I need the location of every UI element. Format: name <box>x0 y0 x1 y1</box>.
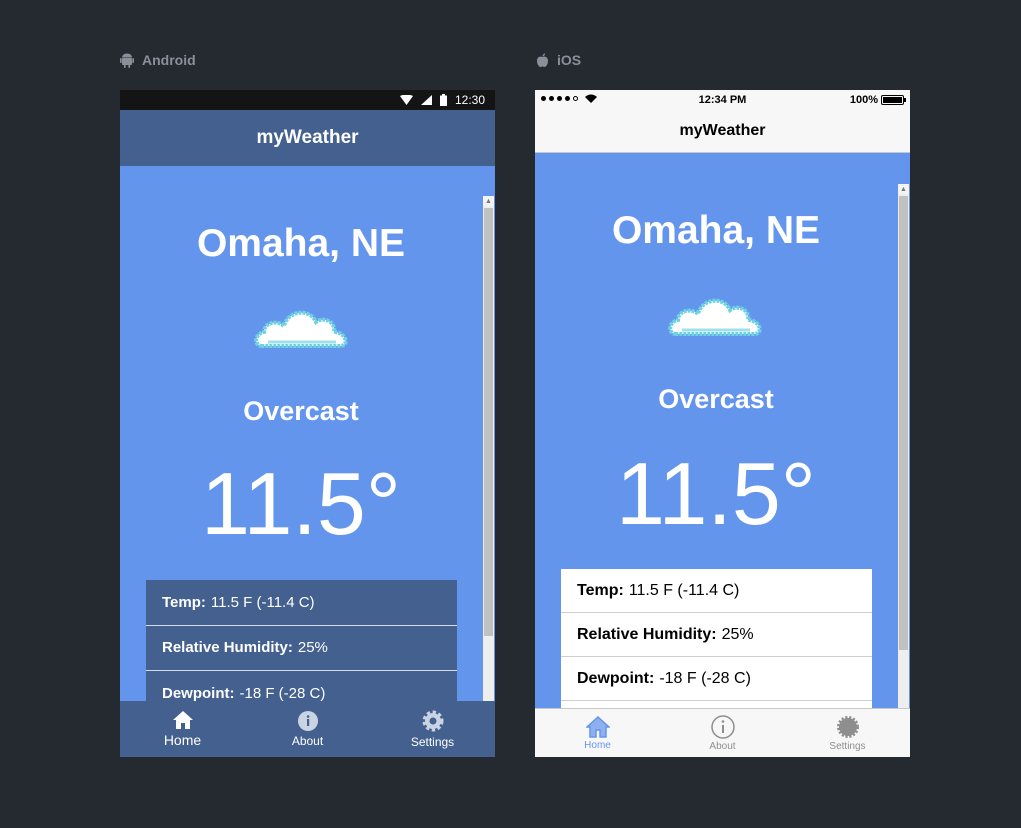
detail-row-dewpoint: Dewpoint: -18 F (-28 C) <box>561 657 872 701</box>
detail-value: 25% <box>721 625 754 643</box>
cloud-icon <box>668 298 762 336</box>
detail-value: -18 F (-28 C) <box>659 669 751 687</box>
tab-home[interactable]: Home <box>120 701 245 757</box>
tab-label: Settings <box>829 740 866 752</box>
city-name: Omaha, NE <box>196 222 406 265</box>
details-card: Temp: 11.5 F (-11.4 C) Relative Humidity:… <box>561 569 872 708</box>
ios-label: iOS <box>536 52 581 68</box>
city-name: Omaha, NE <box>611 209 821 252</box>
wifi-icon <box>399 95 413 105</box>
battery-icon <box>881 95 906 105</box>
scrollbar-thumb[interactable] <box>899 196 908 650</box>
ios-app-title: myWeather <box>679 122 766 139</box>
cloud-icon <box>254 310 348 348</box>
detail-row-temp: Temp: 11.5 F (-11.4 C) <box>146 580 457 626</box>
signal-icon <box>420 95 432 105</box>
gear-icon <box>422 710 443 731</box>
android-logo-icon <box>120 53 134 68</box>
ios-content: Omaha, NE Overcast 11.5° Temp: 11.5 F (-1… <box>535 153 897 708</box>
detail-label: Relative Humidity: <box>577 625 717 643</box>
tab-label: Home <box>163 731 202 748</box>
detail-label: Dewpoint: <box>577 669 655 687</box>
condition-text: Overcast <box>658 384 774 414</box>
detail-label: Temp: <box>162 593 206 611</box>
tab-about[interactable]: About <box>245 701 370 757</box>
detail-label: Relative Humidity: <box>162 639 293 657</box>
tab-about[interactable]: About <box>660 709 785 757</box>
android-status-bar: 12:30 <box>120 90 495 110</box>
tab-label: About <box>709 740 736 752</box>
android-status-time: 12:30 <box>454 93 485 107</box>
info-icon <box>297 710 318 731</box>
android-scrollbar[interactable]: ▲ <box>483 196 494 701</box>
home-icon <box>172 710 193 729</box>
scroll-up-arrow-icon[interactable]: ▲ <box>483 196 494 206</box>
tab-label: Home <box>584 739 611 751</box>
android-phone: 12:30 myWeather Omaha, NE Overcast 11.5°… <box>120 90 495 757</box>
android-tab-bar: Home About Settings <box>120 701 495 757</box>
details-card: Temp: 11.5 F (-11.4 C) Relative Humidity:… <box>146 580 457 710</box>
tab-label: About <box>291 733 324 748</box>
ios-tab-bar: Home About Settings <box>535 708 910 757</box>
ios-nav-bar: myWeather <box>535 110 910 153</box>
temperature-value: 11.5° <box>616 444 816 543</box>
scroll-up-arrow-icon[interactable]: ▲ <box>898 184 909 194</box>
tab-settings[interactable]: Settings <box>785 709 910 757</box>
android-app-title: myWeather <box>256 127 359 148</box>
tab-settings[interactable]: Settings <box>370 701 495 757</box>
info-icon <box>710 714 735 739</box>
ios-scrollbar[interactable]: ▲ <box>898 184 909 708</box>
battery-icon <box>439 94 447 106</box>
scrollbar-thumb[interactable] <box>484 208 493 636</box>
home-icon <box>585 715 610 738</box>
android-label: Android <box>120 52 196 68</box>
detail-row-humidity: Relative Humidity: 25% <box>561 613 872 657</box>
detail-value: -18 F (-28 C) <box>239 684 326 702</box>
detail-value: 25% <box>297 639 328 657</box>
detail-label: Temp: <box>577 581 624 599</box>
detail-row-temp: Temp: 11.5 F (-11.4 C) <box>561 569 872 613</box>
apple-logo-icon <box>537 53 548 67</box>
ios-phone: 12:34 PM 100% myWeather Omaha, NE Overca… <box>535 90 910 757</box>
android-label-text: Android <box>142 52 196 68</box>
temperature-value: 11.5° <box>201 454 401 553</box>
android-app-bar: myWeather <box>120 110 495 166</box>
android-content: Omaha, NE Overcast 11.5° Temp: 11.5 F (-1… <box>120 166 482 710</box>
tab-label: Settings <box>410 734 455 749</box>
condition-text: Overcast <box>243 396 359 426</box>
gear-icon <box>836 715 859 738</box>
tab-home[interactable]: Home <box>535 709 660 757</box>
battery-percent: 100% <box>849 94 878 106</box>
detail-value: 11.5 F (-11.4 C) <box>210 593 315 611</box>
ios-status-bar: 12:34 PM 100% <box>535 90 910 110</box>
detail-row-humidity: Relative Humidity: 25% <box>146 626 457 671</box>
ios-label-text: iOS <box>557 52 582 68</box>
detail-label: Dewpoint: <box>162 684 235 702</box>
detail-value: 11.5 F (-11.4 C) <box>628 581 740 599</box>
